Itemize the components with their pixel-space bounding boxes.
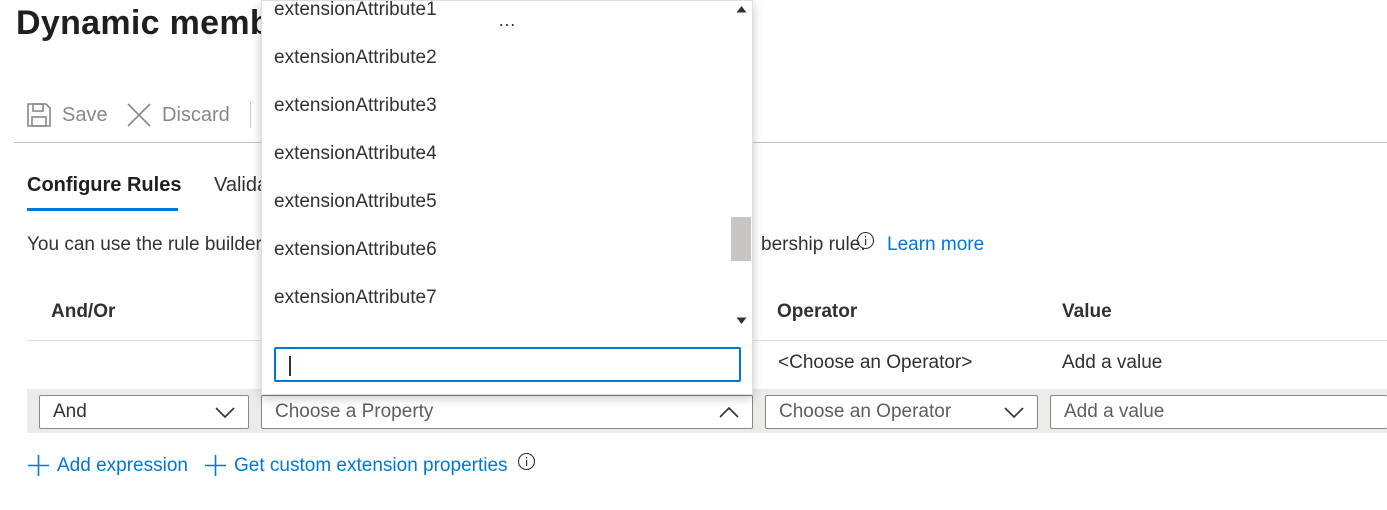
description-text: You can use the rule builder — [27, 234, 262, 255]
list-item[interactable]: extensionAttribute1 — [274, 1, 437, 21]
learn-more-link[interactable]: Learn more — [887, 234, 984, 256]
get-custom-extension-properties-button[interactable]: Get custom extension properties — [204, 454, 508, 477]
save-icon — [27, 103, 51, 127]
table-row-value: Add a value — [1062, 352, 1163, 373]
list-item[interactable]: extensionAttribute5 — [274, 191, 437, 213]
operator-placeholder: Choose an Operator — [779, 401, 952, 422]
andor-value: And — [53, 401, 87, 422]
chevron-down-icon — [1004, 407, 1024, 419]
value-input[interactable]: Add a value — [1050, 395, 1387, 429]
more-options-icon[interactable]: … — [498, 10, 517, 31]
save-button[interactable]: Save — [26, 100, 108, 130]
operator-dropdown[interactable]: Choose an Operator — [765, 395, 1038, 429]
list-item[interactable]: extensionAttribute2 — [274, 47, 437, 69]
save-label: Save — [62, 103, 108, 126]
toolbar-separator — [250, 102, 251, 128]
list-item[interactable]: extensionAttribute6 — [274, 239, 437, 261]
plus-icon — [205, 455, 226, 476]
table-row-operator: <Choose an Operator> — [778, 352, 973, 373]
description-text-end: bership rule. — [761, 234, 866, 255]
scrollbar-thumb[interactable] — [731, 217, 751, 261]
get-custom-label: Get custom extension properties — [234, 454, 508, 476]
column-header-value: Value — [1062, 301, 1112, 322]
tab-configure-rules[interactable]: Configure Rules — [27, 174, 181, 197]
discard-button[interactable]: Discard — [126, 100, 230, 130]
column-header-operator: Operator — [777, 301, 858, 322]
discard-label: Discard — [162, 103, 230, 126]
property-placeholder: Choose a Property — [275, 401, 434, 422]
scroll-up-icon[interactable] — [736, 5, 747, 13]
andor-dropdown[interactable]: And — [39, 395, 249, 429]
dropdown-search-input[interactable] — [274, 347, 741, 382]
info-icon[interactable] — [856, 231, 875, 250]
plus-icon — [28, 455, 49, 476]
tab-validate-rules[interactable]: Valida — [214, 174, 268, 197]
info-icon[interactable] — [517, 452, 536, 471]
list-item[interactable]: extensionAttribute7 — [274, 287, 437, 309]
text-caret — [289, 356, 291, 376]
add-expression-label: Add expression — [57, 454, 188, 476]
close-icon — [127, 103, 151, 127]
property-dropdown[interactable]: Choose a Property — [261, 395, 753, 429]
chevron-down-icon — [215, 407, 235, 419]
add-expression-button[interactable]: Add expression — [27, 454, 188, 477]
scrollbar[interactable] — [729, 1, 752, 333]
list-item[interactable]: extensionAttribute4 — [274, 143, 437, 165]
page-title: Dynamic memb — [16, 4, 271, 42]
tab-selected-indicator — [27, 208, 178, 211]
chevron-up-icon — [719, 406, 739, 418]
value-placeholder: Add a value — [1064, 401, 1165, 422]
list-item[interactable]: extensionAttribute3 — [274, 95, 437, 117]
scroll-down-icon[interactable] — [736, 317, 747, 325]
property-dropdown-list[interactable]: extensionAttribute1 extensionAttribute2 … — [261, 0, 753, 395]
column-header-andor: And/Or — [51, 301, 116, 322]
